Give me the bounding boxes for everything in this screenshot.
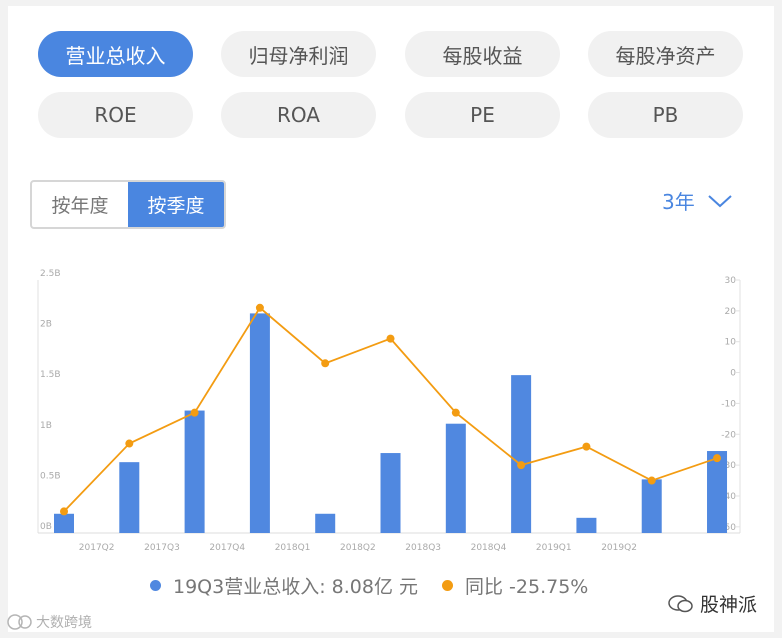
watermark-right: 股神派 (668, 590, 757, 617)
legend-revenue-marker (150, 580, 161, 591)
yoy-point (386, 334, 395, 343)
x-tick-label: 2017Q2 (79, 543, 115, 553)
legend-yoy-marker (442, 580, 454, 591)
revenue-bar (511, 375, 532, 533)
x-tick-label: 2019Q2 (601, 543, 637, 553)
revenue-bar (445, 423, 466, 533)
yoy-point (255, 303, 264, 312)
revenue-bar (249, 313, 270, 533)
yoy-point (321, 359, 330, 368)
y-left-tick-label: 2.5B (40, 269, 61, 279)
yoy-point (582, 442, 591, 451)
revenue-bar (184, 410, 205, 533)
yoy-point (713, 454, 722, 463)
revenue-bar (576, 517, 597, 533)
yoy-point (647, 476, 656, 485)
x-tick-label: 2018Q1 (275, 543, 311, 553)
combo-chart: 0B0.5B1B1.5B2B2.5B-50-40-30-20-100102030… (37, 269, 741, 553)
yoy-point (517, 461, 526, 470)
y-left-tick-label: 1B (40, 421, 52, 431)
y-left-tick-label: 2B (40, 320, 52, 330)
revenue-bar (707, 451, 728, 533)
y-right-tick-label: 30 (725, 276, 737, 286)
revenue-bar (315, 513, 336, 533)
yoy-point (60, 507, 68, 516)
y-left-tick-label: 0B (40, 522, 52, 532)
revenue-bar (380, 453, 401, 533)
watermark-left-text: 大数跨境 (36, 615, 92, 631)
revenue-bar (119, 462, 140, 533)
x-tick-label: 2018Q3 (405, 543, 441, 553)
legend-revenue-text: 19Q3营业总收入: 8.08亿 元 (173, 576, 419, 598)
x-tick-label: 2019Q1 (536, 543, 572, 553)
revenue-bar (641, 479, 662, 533)
yoy-point (451, 408, 460, 417)
yoy-point (190, 408, 199, 417)
y-right-tick-label: 10 (725, 338, 737, 348)
y-left-tick-label: 0.5B (40, 471, 61, 481)
legend-revenue: 19Q3营业总收入: 8.08亿 元 (150, 572, 418, 599)
legend-yoy: 同比 -25.75% (442, 572, 588, 599)
x-tick-label: 2017Q3 (144, 543, 180, 553)
watermark-right-text: 股神派 (700, 594, 758, 616)
chart-legend: 19Q3营业总收入: 8.08亿 元 同比 -25.75% (150, 572, 588, 599)
wechat-icon (668, 594, 693, 612)
y-right-tick-label: -20 (721, 430, 736, 440)
watermark-logo-icon (7, 614, 32, 630)
watermark-left: 大数跨境 (6, 612, 92, 632)
legend-yoy-text: 同比 -25.75% (465, 576, 589, 598)
x-tick-label: 2018Q2 (340, 543, 376, 553)
x-tick-label: 2018Q4 (471, 543, 507, 553)
y-left-tick-label: 1.5B (40, 370, 61, 380)
yoy-point (125, 439, 134, 448)
revenue-bar (54, 513, 74, 533)
y-right-tick-label: -10 (721, 399, 736, 409)
y-right-tick-label: 0 (730, 369, 736, 379)
y-right-tick-label: 20 (725, 307, 737, 317)
x-tick-label: 2017Q4 (209, 543, 245, 553)
